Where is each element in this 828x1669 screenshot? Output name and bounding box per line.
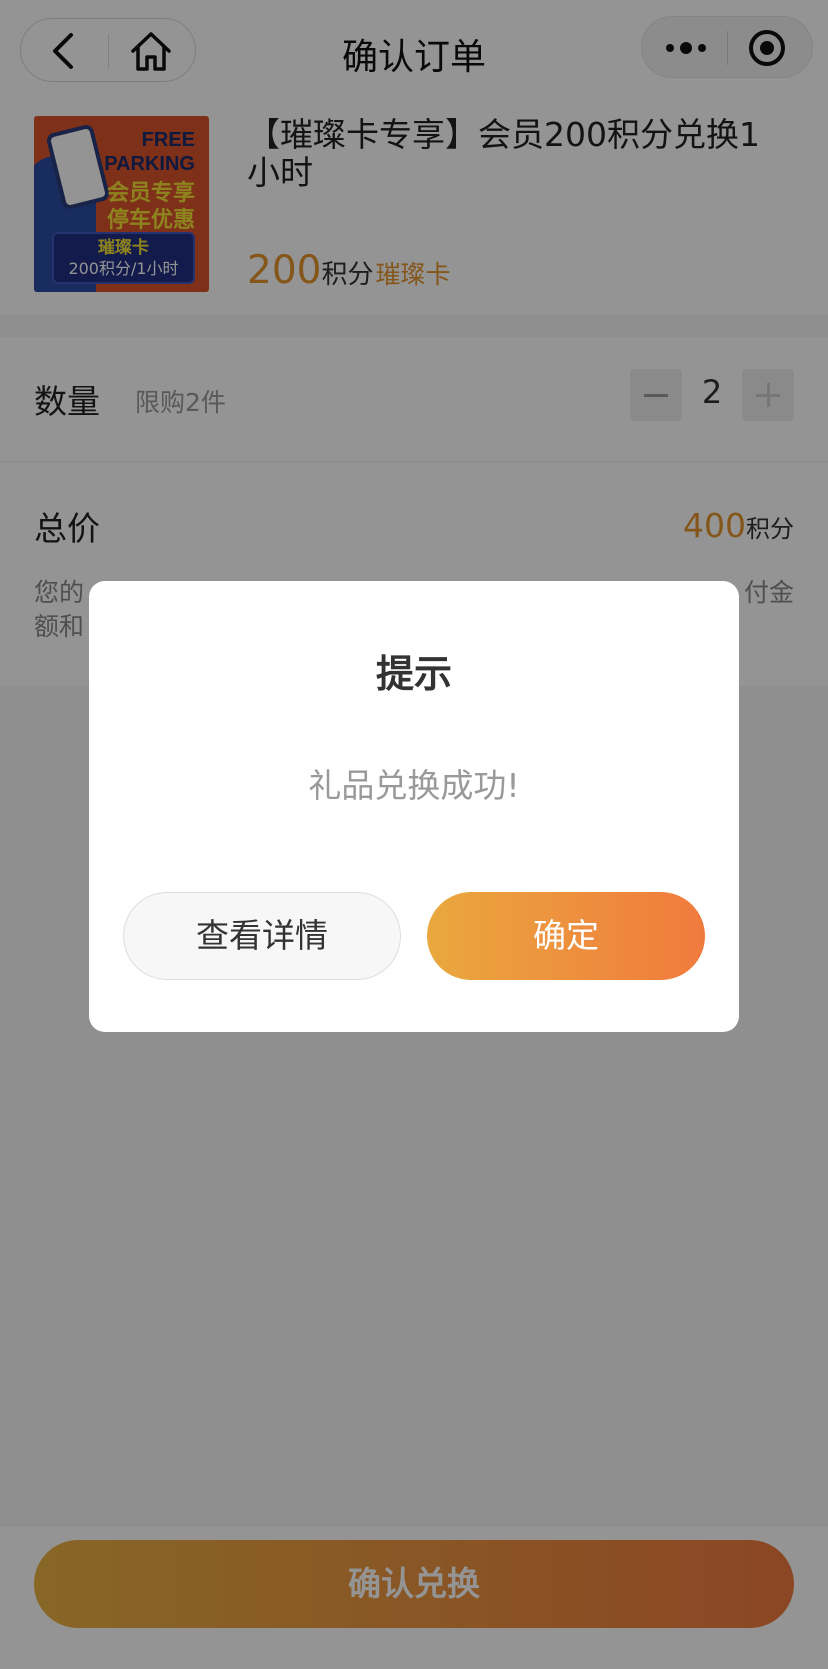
ok-button[interactable]: 确定 [427,892,705,980]
alert-dialog: 提示 礼品兑换成功! 查看详情 确定 [89,581,739,1032]
dialog-message: 礼品兑换成功! [308,766,520,805]
view-details-button[interactable]: 查看详情 [123,892,401,980]
dialog-title: 提示 [375,652,452,696]
